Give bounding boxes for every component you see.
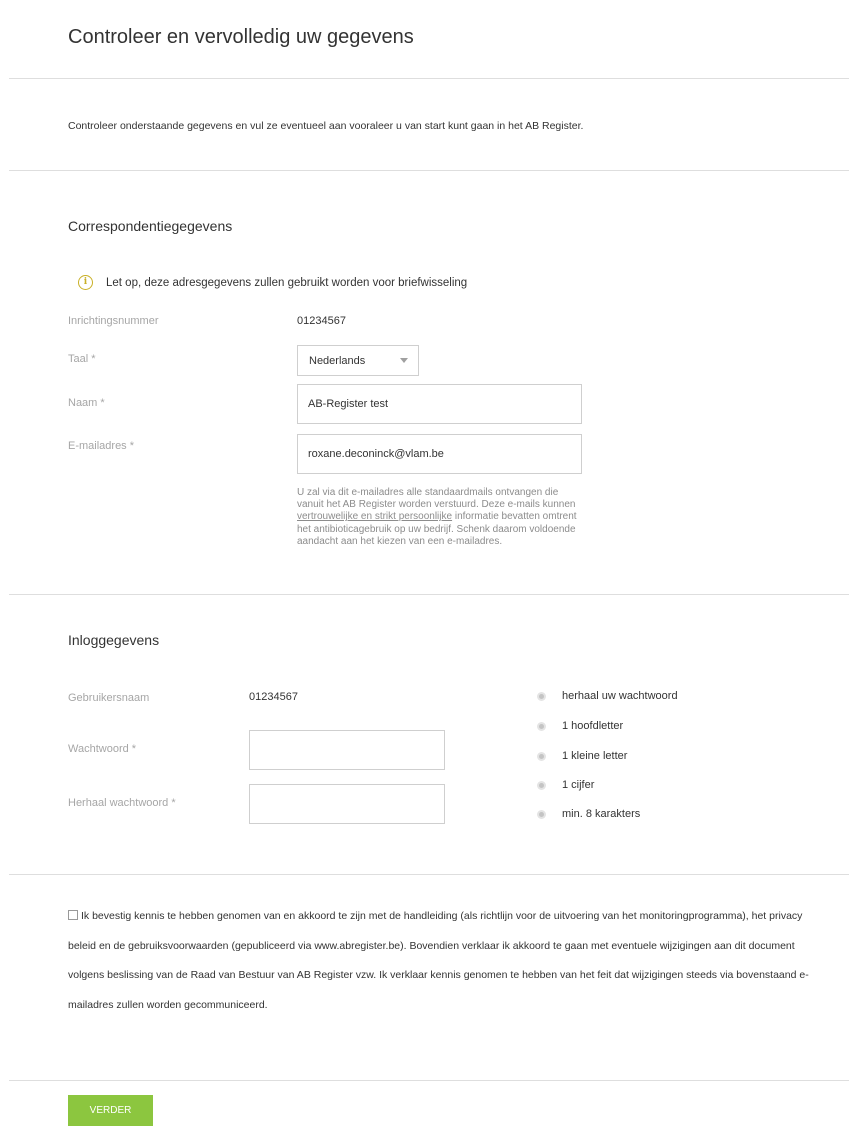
chevron-down-icon — [400, 358, 408, 363]
status-dot-icon — [537, 721, 546, 731]
status-dot-icon — [537, 809, 546, 819]
wachtwoord-input[interactable] — [249, 730, 445, 770]
divider — [9, 594, 849, 595]
requirement-item: min. 8 karakters — [537, 808, 640, 820]
notice-text: Let op, deze adresgegevens zullen gebrui… — [106, 276, 468, 289]
herhaal-wachtwoord-label: Herhaal wachtwoord * — [68, 797, 176, 809]
agreement-checkbox[interactable] — [68, 910, 78, 920]
intro-text: Controleer onderstaande gegevens en vul … — [68, 120, 584, 132]
taal-selected-value: Nederlands — [309, 354, 366, 367]
status-dot-icon — [537, 691, 546, 701]
divider — [9, 78, 849, 79]
divider — [9, 874, 849, 875]
naam-input[interactable] — [297, 384, 582, 424]
verder-button[interactable]: VERDER — [68, 1095, 153, 1126]
inrichtingsnummer-label: Inrichtingsnummer — [68, 315, 159, 327]
taal-label: Taal * — [68, 353, 96, 365]
divider — [9, 170, 849, 171]
requirement-label: 1 cijfer — [562, 779, 595, 791]
requirement-item: 1 kleine letter — [537, 750, 627, 762]
agreement-text: Ik bevestig kennis te hebben genomen van… — [68, 910, 809, 1011]
status-dot-icon — [537, 780, 546, 790]
email-input[interactable] — [297, 434, 582, 474]
requirement-label: 1 hoofdletter — [562, 720, 624, 732]
requirement-item: herhaal uw wachtwoord — [537, 690, 678, 702]
address-notice: i Let op, deze adresgegevens zullen gebr… — [78, 275, 467, 290]
section-title-inlog: Inloggegevens — [68, 632, 160, 648]
email-label: E-mailadres * — [68, 440, 135, 452]
requirement-label: min. 8 karakters — [562, 808, 641, 820]
herhaal-wachtwoord-input[interactable] — [249, 784, 445, 824]
info-icon: i — [78, 275, 93, 290]
email-help-underlined: vertrouwelijke en strikt persoonlijke — [297, 511, 453, 523]
wachtwoord-label: Wachtwoord * — [68, 743, 137, 755]
email-help-part: U zal via dit e-mailadres alle standaard… — [297, 487, 576, 511]
page-title: Controleer en vervolledig uw gegevens — [68, 26, 414, 48]
section-title-correspondentie: Correspondentiegegevens — [68, 218, 233, 234]
gebruikersnaam-label: Gebruikersnaam — [68, 692, 150, 704]
divider — [9, 1080, 849, 1081]
email-help-text: U zal via dit e-mailadres alle standaard… — [297, 487, 587, 548]
requirement-label: herhaal uw wachtwoord — [562, 690, 678, 702]
status-dot-icon — [537, 751, 546, 761]
requirement-item: 1 cijfer — [537, 779, 594, 791]
requirement-label: 1 kleine letter — [562, 750, 628, 762]
naam-label: Naam * — [68, 397, 105, 409]
taal-select[interactable]: Nederlands — [297, 345, 419, 376]
requirement-item: 1 hoofdletter — [537, 720, 623, 732]
agreement: Ik bevestig kennis te hebben genomen van… — [68, 902, 813, 1020]
gebruikersnaam-value: 01234567 — [249, 691, 298, 703]
inrichtingsnummer-value: 01234567 — [297, 315, 346, 327]
